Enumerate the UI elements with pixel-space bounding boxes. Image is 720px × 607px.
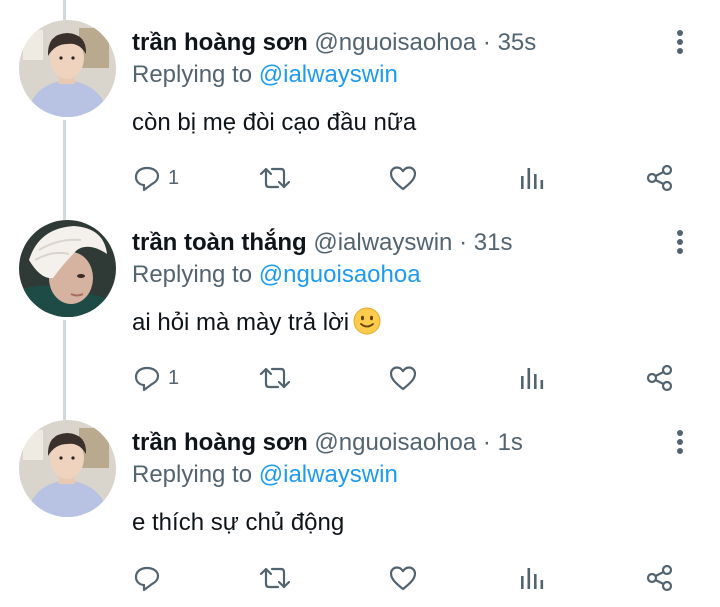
heart-icon <box>389 166 417 191</box>
separator-dot: · <box>482 429 491 456</box>
retweet-icon <box>259 167 291 189</box>
tweet-header: trần toàn thắng @ialwayswin · 31s <box>132 227 512 259</box>
reply-icon <box>134 166 160 192</box>
slightly-smiling-face-icon <box>353 307 381 335</box>
share-icon <box>646 564 673 592</box>
retweet-icon <box>259 567 291 589</box>
replying-to-mention[interactable]: @nguoisaohoa <box>259 261 421 288</box>
replying-to-line: Replying to @ialwayswin <box>132 59 398 91</box>
display-name[interactable]: trần hoàng sơn <box>132 29 308 56</box>
analytics-icon <box>521 168 544 189</box>
tweet[interactable]: trần hoàng sơn @nguoisaohoa · 35s Replyi… <box>0 0 720 200</box>
tweet-text: ai hỏi mà mày trả lời <box>132 309 350 336</box>
user-handle[interactable]: @nguoisaohoa <box>314 429 476 456</box>
share-icon <box>646 164 673 192</box>
display-name[interactable]: trần toàn thắng <box>132 229 307 256</box>
tweet[interactable]: trần toàn thắng @ialwayswin · 31s Replyi… <box>0 200 720 400</box>
tweet-header: trần hoàng sơn @nguoisaohoa · 1s <box>132 427 523 459</box>
reply-icon <box>134 566 160 592</box>
replying-to-mention[interactable]: @ialwayswin <box>259 461 398 488</box>
separator-dot: · <box>459 229 468 256</box>
like-button[interactable] <box>388 158 418 198</box>
avatar[interactable] <box>19 220 116 317</box>
replying-to-line: Replying to @ialwayswin <box>132 459 398 491</box>
heart-icon <box>389 566 417 591</box>
analytics-icon <box>521 368 544 389</box>
analytics-button[interactable] <box>517 358 547 398</box>
retweet-button[interactable] <box>258 358 292 398</box>
user-handle[interactable]: @ialwayswin <box>313 229 452 256</box>
avatar[interactable] <box>19 20 116 117</box>
retweet-button[interactable] <box>258 558 292 598</box>
avatar[interactable] <box>19 420 116 517</box>
share-button[interactable] <box>645 158 675 198</box>
tweet-text-line: ai hỏi mà mày trả lời <box>132 306 381 340</box>
user-handle[interactable]: @nguoisaohoa <box>314 29 476 56</box>
tweet-actions: 1 <box>0 358 720 398</box>
timestamp[interactable]: 1s <box>498 429 523 456</box>
reply-button[interactable]: 1 <box>132 158 179 198</box>
replying-to-label: Replying to <box>132 461 253 488</box>
like-button[interactable] <box>388 558 418 598</box>
tweet-header: trần hoàng sơn @nguoisaohoa · 35s <box>132 27 536 59</box>
reply-button[interactable]: 1 <box>132 358 179 398</box>
analytics-button[interactable] <box>517 558 547 598</box>
replying-to-label: Replying to <box>132 61 253 88</box>
tweet-actions <box>0 558 720 598</box>
retweet-icon <box>259 367 291 389</box>
tweet-text: còn bị mẹ đòi cạo đầu nữa <box>132 109 417 136</box>
timestamp[interactable]: 31s <box>474 229 513 256</box>
reply-button[interactable] <box>132 558 168 598</box>
replying-to-label: Replying to <box>132 261 253 288</box>
analytics-button[interactable] <box>517 158 547 198</box>
heart-icon <box>389 366 417 391</box>
reply-count: 1 <box>168 166 180 189</box>
more-vertical-icon[interactable] <box>668 428 692 458</box>
tweet-text: e thích sự chủ động <box>132 509 345 536</box>
share-button[interactable] <box>645 358 675 398</box>
more-vertical-icon[interactable] <box>668 228 692 258</box>
tweet[interactable]: trần hoàng sơn @nguoisaohoa · 1s Replyin… <box>0 400 720 600</box>
display-name[interactable]: trần hoàng sơn <box>132 429 308 456</box>
retweet-button[interactable] <box>258 158 292 198</box>
share-icon <box>646 364 673 392</box>
share-button[interactable] <box>645 558 675 598</box>
reply-count: 1 <box>168 366 180 389</box>
separator-dot: · <box>482 29 491 56</box>
analytics-icon <box>521 568 544 589</box>
like-button[interactable] <box>388 358 418 398</box>
tweet-actions: 1 <box>0 158 720 198</box>
reply-icon <box>134 366 160 392</box>
timestamp[interactable]: 35s <box>498 29 537 56</box>
replying-to-line: Replying to @nguoisaohoa <box>132 259 421 291</box>
more-vertical-icon[interactable] <box>668 28 692 58</box>
replying-to-mention[interactable]: @ialwayswin <box>259 61 398 88</box>
